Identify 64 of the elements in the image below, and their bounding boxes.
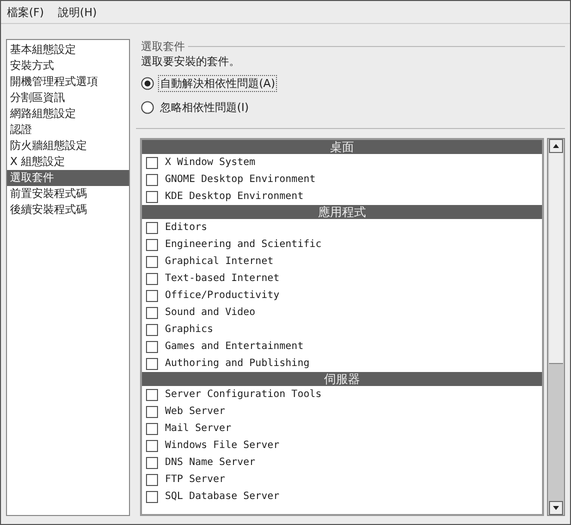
package-label[interactable]: GNOME Desktop Environment: [165, 174, 316, 185]
checkbox[interactable]: [146, 324, 158, 336]
checkbox[interactable]: [146, 388, 158, 400]
package-label[interactable]: Editors: [165, 222, 208, 233]
package-label[interactable]: Engineering and Scientific: [165, 239, 322, 250]
package-label[interactable]: KDE Desktop Environment: [165, 191, 304, 202]
checkbox[interactable]: [146, 272, 158, 284]
scroll-down-icon[interactable]: [549, 501, 563, 515]
group-header: 伺服器: [142, 372, 542, 386]
sidebar-item[interactable]: 開機管理程式選項: [7, 74, 129, 90]
package-label[interactable]: SQL Database Server: [165, 491, 280, 502]
sidebar-item[interactable]: 後續安裝程式碼: [7, 202, 129, 218]
menu-item[interactable]: 說明(H): [58, 4, 97, 20]
radio-label[interactable]: 忽略相依性問題(I): [158, 99, 251, 116]
checkbox[interactable]: [146, 222, 158, 234]
package-label[interactable]: FTP Server: [165, 474, 226, 485]
sidebar-item[interactable]: 認證: [7, 122, 129, 138]
sidebar-item[interactable]: X 組態設定: [7, 154, 129, 170]
sidebar-item[interactable]: 前置安裝程式碼: [7, 186, 129, 202]
group-header: 桌面: [142, 140, 542, 154]
package-label[interactable]: Server Configuration Tools: [165, 389, 322, 400]
sidebar-item[interactable]: 防火牆組態設定: [7, 138, 129, 154]
checkbox[interactable]: [146, 406, 158, 418]
checkbox[interactable]: [146, 456, 158, 468]
package-label[interactable]: X Window System: [165, 157, 256, 168]
package-label[interactable]: Graphics: [165, 324, 214, 335]
sidebar-item[interactable]: 安裝方式: [7, 58, 129, 74]
package-label[interactable]: Web Server: [165, 406, 226, 417]
sidebar-item[interactable]: 分割區資訊: [7, 90, 129, 106]
checkbox[interactable]: [146, 174, 158, 186]
checkbox[interactable]: [146, 190, 158, 202]
package-label[interactable]: Sound and Video: [165, 307, 256, 318]
scrollbar-thumb[interactable]: [549, 153, 563, 364]
checkbox[interactable]: [146, 156, 158, 168]
package-label[interactable]: Games and Entertainment: [165, 341, 304, 352]
checkbox[interactable]: [146, 238, 158, 250]
radio-label[interactable]: 自動解決相依性問題(A): [158, 75, 278, 92]
menu-item[interactable]: 檔案(F): [7, 4, 44, 20]
sidebar-item[interactable]: 網路組態設定: [7, 106, 129, 122]
package-label[interactable]: Office/Productivity: [165, 290, 280, 301]
group-header: 應用程式: [142, 205, 542, 219]
checkbox[interactable]: [146, 290, 158, 302]
package-label[interactable]: Graphical Internet: [165, 256, 274, 267]
package-label[interactable]: Authoring and Publishing: [165, 358, 310, 369]
sidebar-item[interactable]: 基本組態設定: [7, 42, 129, 58]
package-label[interactable]: DNS Name Server: [165, 457, 256, 468]
radio-button[interactable]: [141, 77, 154, 90]
package-label[interactable]: Mail Server: [165, 423, 232, 434]
package-label[interactable]: Text-based Internet: [165, 273, 280, 284]
checkbox[interactable]: [146, 490, 158, 502]
checkbox[interactable]: [146, 474, 158, 486]
checkbox[interactable]: [146, 422, 158, 434]
section-title: 選取套件: [141, 39, 185, 54]
sidebar-item[interactable]: 選取套件: [7, 170, 129, 186]
checkbox[interactable]: [146, 440, 158, 452]
package-label[interactable]: Windows File Server: [165, 440, 280, 451]
scrollbar[interactable]: [547, 138, 565, 516]
checkbox[interactable]: [146, 340, 158, 352]
radio-button[interactable]: [141, 101, 154, 114]
checkbox[interactable]: [146, 358, 158, 370]
scroll-up-icon[interactable]: [549, 139, 563, 153]
checkbox[interactable]: [146, 306, 158, 318]
checkbox[interactable]: [146, 256, 158, 268]
section-description: 選取要安裝的套件。: [140, 54, 241, 70]
